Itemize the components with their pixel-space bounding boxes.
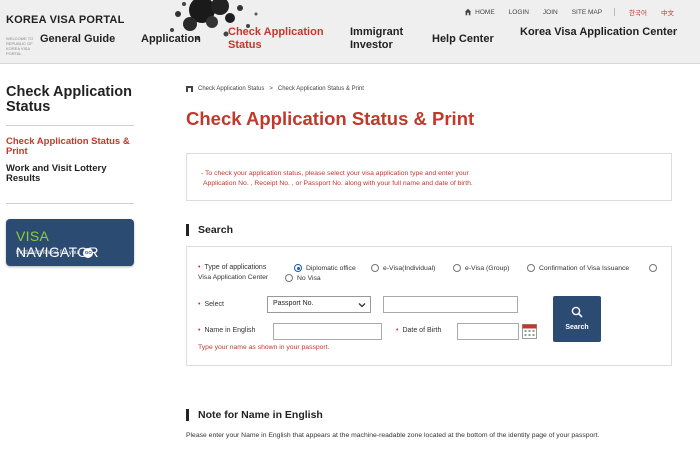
info-line-2: Application No. , Receipt No. , or Passp…: [203, 180, 473, 187]
page-title: Check Application Status & Print: [186, 108, 475, 129]
site-logo[interactable]: KOREA VISA PORTAL WELCOME TO REPUBLIC OF…: [6, 14, 125, 56]
breadcrumb-separator: >: [269, 86, 273, 92]
info-text: - To check your application status, plea…: [201, 169, 473, 189]
name-hint: Type your name as shown in your passport…: [198, 344, 330, 351]
note-section-title: Note for Name in English: [186, 409, 323, 421]
radio-label: Confirmation of Visa Issuance: [539, 264, 630, 272]
nav-general-guide[interactable]: General Guide: [40, 33, 115, 46]
search-number-input[interactable]: [383, 296, 518, 313]
util-join-link[interactable]: JOIN: [543, 9, 558, 16]
radio-no-visa[interactable]: No Visa: [285, 274, 321, 282]
search-button[interactable]: Search: [553, 296, 601, 342]
sidebar-item-lottery-results[interactable]: Work and Visit Lottery Results: [6, 164, 134, 184]
visa-navigator-title-a: VISA: [16, 228, 49, 244]
search-type-select[interactable]: Passport No.: [267, 296, 371, 313]
home-icon: [464, 8, 472, 16]
sidebar-title: Check Application Status: [6, 84, 132, 115]
radio-evisa-individual[interactable]: e-Visa(Individual): [371, 264, 435, 272]
nav-check-application-status[interactable]: Check Application Status: [228, 26, 328, 52]
home-square-icon: [186, 86, 193, 92]
note-text: Please enter your Name in English that a…: [186, 432, 600, 439]
visa-navigator-banner[interactable]: VISA NAVIGATOR Find a right visa for you…: [6, 219, 134, 266]
util-korean-link[interactable]: 한국어: [629, 7, 647, 17]
site-header: KOREA VISA PORTAL WELCOME TO REPUBLIC OF…: [0, 0, 700, 64]
radio-indicator: [649, 264, 657, 272]
radio-label: No Visa: [297, 274, 321, 282]
radio-visa-application-center-label[interactable]: Visa Application Center: [198, 274, 268, 281]
name-in-english-input[interactable]: [273, 323, 382, 340]
nav-korea-visa-application-center[interactable]: Korea Visa Application Center: [520, 26, 677, 39]
breadcrumb-item-current: Check Application Status & Print: [277, 86, 364, 92]
radio-selected-indicator: [294, 264, 302, 272]
breadcrumb-item[interactable]: Check Application Status: [198, 86, 264, 92]
radio-indicator: [285, 274, 293, 282]
select-label: Select: [198, 301, 223, 308]
util-home-link[interactable]: HOME: [464, 8, 495, 16]
radio-diplomatic-office[interactable]: Diplomatic office: [294, 264, 356, 272]
util-chinese-link[interactable]: 中文: [661, 7, 674, 17]
utility-links: HOME LOGIN JOIN SITE MAP 한국어 中文: [450, 7, 674, 17]
radio-label: Diplomatic office: [306, 264, 356, 272]
nav-help-center[interactable]: Help Center: [432, 33, 494, 46]
type-of-applications-label: Type of applications: [198, 264, 266, 271]
info-line-1: - To check your application status, plea…: [201, 170, 469, 177]
go-badge: GO: [83, 248, 94, 258]
select-value: Passport No.: [273, 300, 314, 307]
util-divider: [614, 8, 616, 16]
nav-immigrant-investor[interactable]: Immigrant Investor: [350, 26, 410, 52]
nav-application[interactable]: Application: [141, 33, 201, 46]
util-home-label: HOME: [475, 8, 495, 16]
radio-indicator: [527, 264, 535, 272]
name-in-english-label: Name in English: [198, 327, 255, 334]
sidebar-item-check-status[interactable]: Check Application Status & Print: [6, 137, 134, 157]
util-sitemap-link[interactable]: SITE MAP: [572, 9, 602, 16]
breadcrumb: Check Application Status > Check Applica…: [186, 86, 364, 92]
visa-navigator-subtitle-text: Find a right visa for you: [16, 250, 79, 256]
radio-evisa-group[interactable]: e-Visa (Group): [453, 264, 509, 272]
search-button-label: Search: [565, 324, 589, 331]
visa-navigator-subtitle: Find a right visa for you GO: [16, 248, 94, 258]
radio-confirmation-of-visa-issuance[interactable]: Confirmation of Visa Issuance: [527, 264, 629, 272]
radio-label: e-Visa (Group): [465, 264, 510, 272]
radio-label: e-Visa(Individual): [383, 264, 436, 272]
radio-visa-application-center[interactable]: [649, 264, 661, 272]
date-of-birth-input[interactable]: [457, 323, 519, 340]
info-box: - To check your application status, plea…: [186, 153, 672, 201]
search-section-title: Search: [186, 224, 233, 236]
calendar-icon[interactable]: [522, 323, 537, 339]
logo-title: KOREA VISA PORTAL: [6, 14, 125, 26]
sidebar-divider: [6, 203, 134, 204]
sidebar-divider: [6, 125, 134, 126]
radio-indicator: [371, 264, 379, 272]
util-login-link[interactable]: LOGIN: [509, 9, 529, 16]
magnifier-icon: [571, 306, 583, 318]
radio-indicator: [453, 264, 461, 272]
chevron-down-icon: [358, 303, 366, 308]
date-of-birth-label: Date of Birth: [396, 327, 441, 334]
